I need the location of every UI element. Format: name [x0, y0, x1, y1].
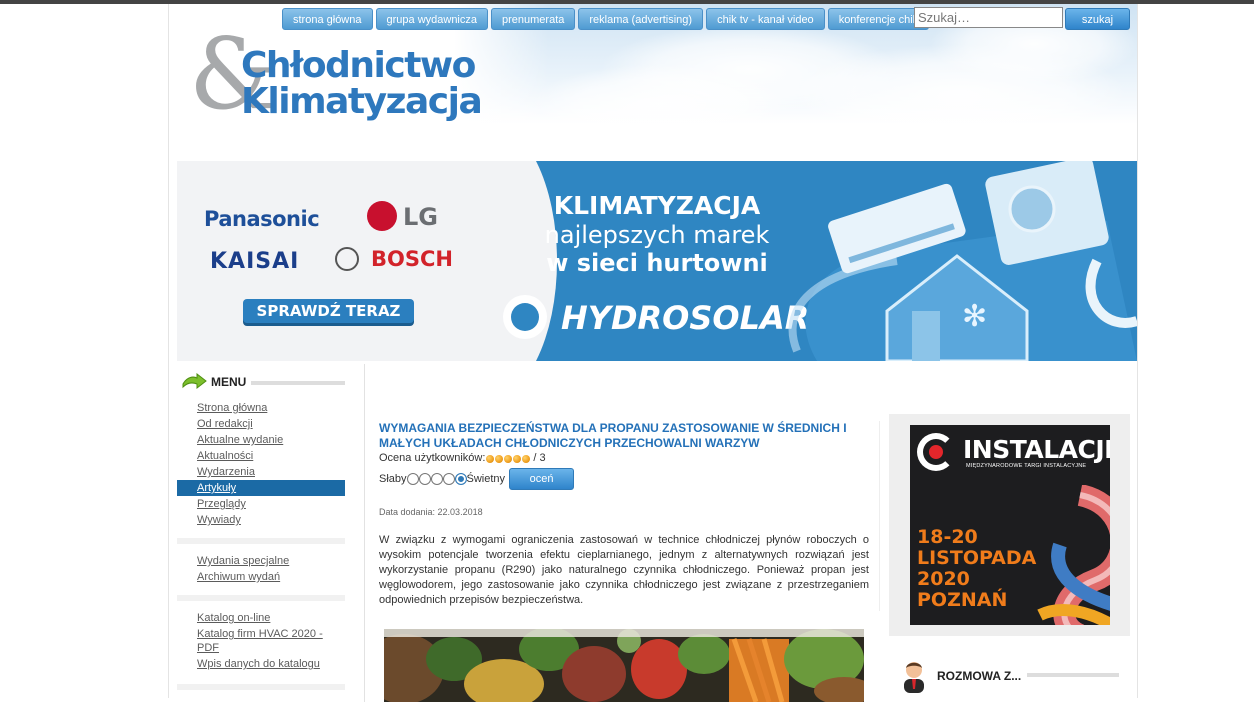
ad-date: 18-20 LISTOPADA 2020 POZNAŃ [917, 527, 1036, 611]
star-icon [486, 454, 495, 463]
sidebar-item-od-redakcji[interactable]: Od redakcji [177, 416, 345, 432]
person-icon [904, 662, 924, 693]
rozmowa-rule [1027, 673, 1119, 677]
sidebar-item-artykuly[interactable]: Artykuły [177, 480, 345, 496]
star-icon [522, 454, 531, 463]
sprawdz-teraz-button[interactable]: SPRAWDŹ TERAZ [243, 299, 414, 323]
sidebar-divider [364, 364, 365, 702]
content-divider [879, 421, 880, 611]
rozmowa-header: ROZMOWA Z... [899, 659, 1021, 693]
menu-group-separator [177, 684, 345, 690]
rating-radio-2[interactable] [418, 473, 431, 485]
article-date: Data dodania: 22.03.2018 [379, 507, 483, 517]
logo-line-2: Klimatyzacja [241, 81, 483, 122]
menu-group-separator [177, 538, 345, 544]
air-conditioner-illustration: ✻ [788, 161, 1137, 361]
page: strona główna grupa wydawnicza prenumera… [168, 4, 1138, 702]
instalacje-ad[interactable]: INSTALACJE MIĘDZYNARODOWE TARGI INSTALAC… [910, 425, 1110, 625]
menu-group-catalog: Katalog on-line Katalog firm HVAC 2020 -… [177, 610, 345, 672]
brand-lg: LG [403, 203, 438, 231]
lg-logo-icon [367, 201, 397, 231]
sidebar: MENU Strona główna Od redakcji Aktualne … [177, 368, 347, 698]
svg-text:✻: ✻ [962, 299, 987, 334]
ad-subtitle: MIĘDZYNARODOWE TARGI INSTALACYJNE [966, 463, 1087, 469]
banner-headline-1: KLIMATYZACJA [553, 191, 761, 220]
nav-prenumerata[interactable]: prenumerata [491, 8, 576, 30]
menu-title-rule [251, 381, 345, 385]
sidebar-item-strona-glowna[interactable]: Strona główna [177, 400, 345, 416]
rating-radio-4[interactable] [442, 473, 455, 485]
article-title[interactable]: WYMAGANIA BEZPIECZEŃSTWA DLA PROPANU ZAS… [379, 421, 869, 451]
user-rating: Ocena użytkowników: / 3 [379, 451, 869, 466]
banner-headline-2: najlepszych marek [544, 220, 770, 249]
logo-line-1: Chłodnictwo [241, 45, 476, 86]
menu-header: MENU [181, 372, 246, 392]
sidebar-item-wywiady[interactable]: Wywiady [177, 512, 345, 528]
menu-group-main: Strona główna Od redakcji Aktualne wydan… [177, 400, 345, 528]
sidebar-item-wydarzenia[interactable]: Wydarzenia [177, 464, 345, 480]
instalacje-ad-box: INSTALACJE MIĘDZYNARODOWE TARGI INSTALAC… [889, 414, 1130, 636]
nav-strona-glowna[interactable]: strona główna [282, 8, 373, 30]
sidebar-item-archiwum-wydan[interactable]: Archiwum wydań [177, 569, 345, 585]
hydrosolar-logo-inner [511, 303, 539, 331]
rating-label: Ocena użytkowników: [379, 452, 486, 464]
site-logo[interactable]: & Chłodnictwo Klimatyzacja [189, 26, 529, 135]
bosch-logo-icon [335, 247, 359, 271]
search-button[interactable]: szukaj [1065, 8, 1130, 30]
search-input[interactable] [914, 7, 1063, 28]
arrow-right-icon [182, 373, 207, 390]
article-photo-vegetables [384, 629, 864, 702]
menu-group-separator [177, 595, 345, 601]
banner-headline: KLIMATYZACJA najlepszych marek w sieci h… [507, 191, 807, 277]
ad-date-city: POZNAŃ [917, 589, 1008, 611]
article: WYMAGANIA BEZPIECZEŃSTWA DLA PROPANU ZAS… [379, 421, 869, 608]
rate-button[interactable]: oceń [509, 468, 575, 490]
sidebar-item-katalog-online[interactable]: Katalog on-line [177, 610, 345, 626]
menu-group-specials: Wydania specjalne Archiwum wydań [177, 553, 345, 585]
ad-date-year: 2020 [917, 568, 970, 590]
banner-headline-3: w sieci hurtowni [546, 248, 768, 277]
top-nav: strona główna grupa wydawnicza prenumera… [282, 8, 930, 30]
ad-title: INSTALACJE [963, 435, 1110, 464]
nav-grupa-wydawnicza[interactable]: grupa wydawnicza [375, 8, 488, 30]
rating-radio-5[interactable] [454, 473, 467, 485]
sidebar-item-katalog-firm-pdf[interactable]: Katalog firm HVAC 2020 - PDF [177, 626, 327, 656]
ad-date-days: 18-20 [917, 526, 978, 548]
hydrosolar-wordmark: HYDROSOLAR [561, 299, 810, 337]
rozmowa-title: ROZMOWA Z... [937, 669, 1022, 683]
sidebar-item-wydania-specjalne[interactable]: Wydania specjalne [177, 553, 345, 569]
cloud-decoration [529, 64, 789, 144]
sidebar-item-aktualnosci[interactable]: Aktualności [177, 448, 345, 464]
instalacje-logo-dot [929, 445, 943, 459]
sidebar-item-wpis-danych[interactable]: Wpis danych do katalogu [177, 656, 345, 672]
ad-date-month: LISTOPADA [917, 547, 1037, 569]
star-icon [495, 454, 504, 463]
rating-suffix: / 3 [533, 452, 546, 464]
brand-kaisai: KAISAI [210, 249, 300, 274]
rating-radio-3[interactable] [430, 473, 443, 485]
star-icon [513, 454, 522, 463]
star-icon [504, 454, 513, 463]
rating-form: Słaby Świetny oceń [379, 468, 869, 490]
menu-title: MENU [211, 375, 247, 389]
scale-low-label: Słaby [379, 473, 407, 485]
scale-high-label: Świetny [466, 473, 506, 485]
nav-reklama[interactable]: reklama (advertising) [578, 8, 704, 30]
rating-stars [486, 454, 531, 463]
sidebar-item-przeglady[interactable]: Przeglądy [177, 496, 345, 512]
rating-radio-1[interactable] [406, 473, 419, 485]
header: strona główna grupa wydawnicza prenumera… [169, 4, 1137, 154]
article-body: W związku z wymogami ograniczenia zastos… [379, 534, 869, 606]
nav-chik-tv[interactable]: chik tv - kanał video [706, 8, 825, 30]
brand-panasonic: Panasonic [204, 207, 320, 231]
sidebar-item-aktualne-wydanie[interactable]: Aktualne wydanie [177, 432, 345, 448]
brand-bosch: BOSCH [371, 247, 453, 271]
hydrosolar-banner[interactable]: Panasonic LG KAISAI BOSCH SPRAWDŹ TERAZ … [177, 161, 1137, 361]
